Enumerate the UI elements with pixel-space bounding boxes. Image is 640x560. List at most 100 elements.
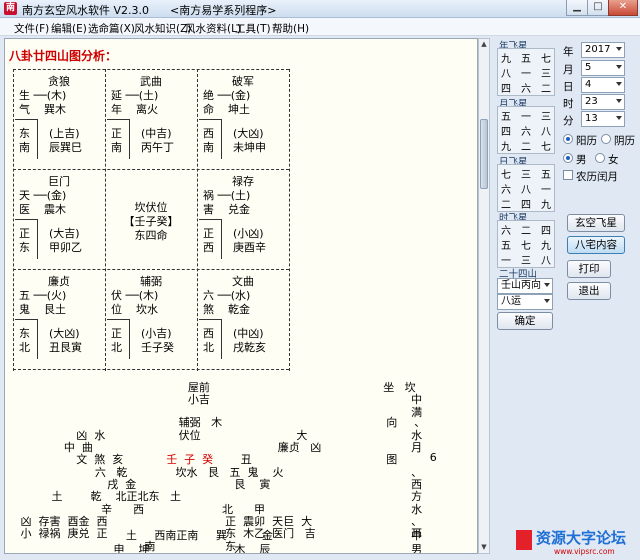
palace-mountains: 丑艮寅 <box>49 341 82 354</box>
chevron-down-icon <box>616 82 622 86</box>
mountain-select[interactable]: 壬山丙向 <box>497 278 553 294</box>
grid-line <box>13 169 289 170</box>
grid-line <box>13 69 14 371</box>
grid-line <box>289 69 290 371</box>
analysis-pane[interactable]: 八卦廿四山图分析： 贪狼生 ──(木) 气 巽木东南 (上吉) 辰巽巳 武曲延 ──(土… <box>4 38 478 554</box>
palace-line: 鬼 艮土 <box>19 303 66 316</box>
close-button[interactable]: ✕ <box>608 0 638 16</box>
diagram-text: 木 辰 <box>234 543 271 554</box>
star-row: 五七九 <box>501 241 561 252</box>
minute-value: 13 <box>585 113 598 124</box>
palace-direction: 南 <box>19 141 30 154</box>
day-label: 日 <box>563 81 574 93</box>
scroll-up-icon[interactable]: ▲ <box>479 39 489 50</box>
star-row: 四六八 <box>501 127 561 138</box>
hour-select[interactable]: 23 <box>581 94 625 110</box>
palace-line: 气 巽木 <box>19 103 66 116</box>
star-row: 五一三 <box>501 112 561 123</box>
day-value: 4 <box>585 79 592 90</box>
menu-fengshui-knowledge[interactable]: 风水知识(Z) <box>134 21 191 36</box>
era-select[interactable]: 八运 <box>497 294 553 310</box>
print-button[interactable]: 打印 <box>567 260 611 278</box>
star-row: 八一三 <box>501 69 561 80</box>
palace-mountains: 壬子癸 <box>141 341 174 354</box>
palace-mountains: 戌乾亥 <box>233 341 266 354</box>
hour-label: 时 <box>563 98 574 110</box>
menu-file[interactable]: 文件(F) <box>14 21 49 36</box>
menu-edit[interactable]: 编辑(E) <box>51 21 87 36</box>
month-select[interactable]: 5 <box>581 60 625 76</box>
palace-divider <box>199 119 221 120</box>
hour-value: 23 <box>585 96 598 107</box>
lunar-label: 阴历 <box>614 135 635 147</box>
bazhai-content-button[interactable]: 八宅内容 <box>567 236 625 254</box>
menu-tools[interactable]: 工具(T) <box>235 21 271 36</box>
star-row: 九五七 <box>501 54 561 65</box>
diagram-text: 向 <box>386 416 398 430</box>
content-scrollbar[interactable]: ▲ ▼ <box>478 38 490 554</box>
grid-line <box>13 369 289 370</box>
watermark-url: www.vipsrc.com <box>554 547 615 556</box>
day-select[interactable]: 4 <box>581 77 625 93</box>
palace-divider <box>199 219 221 220</box>
diagram-text: 辛 西 <box>101 502 145 516</box>
palace-line: 命 坤土 <box>203 103 250 116</box>
title-bar: 南 南方玄空风水软件 V2.3.0 <南方易学系列程序> ▁ □ ✕ <box>0 0 640 18</box>
palace-mountains: 未坤申 <box>233 141 266 154</box>
palace-line: 年 离火 <box>111 103 158 116</box>
palace-direction: 东 <box>19 241 30 254</box>
app-icon: 南 <box>4 2 17 15</box>
diagram-text: 伏位 <box>178 428 201 442</box>
male-radio[interactable] <box>563 153 573 163</box>
palace-divider <box>221 319 222 359</box>
minute-label: 分 <box>563 115 574 127</box>
month-value: 5 <box>585 62 592 73</box>
watermark-logo-icon <box>516 530 532 550</box>
star-row: 六八一 <box>501 185 561 196</box>
palace-divider <box>129 119 130 159</box>
menu-fengshui-data[interactable]: 风水资料(L) <box>185 21 241 36</box>
minute-select[interactable]: 13 <box>581 111 625 127</box>
menu-help[interactable]: 帮助(H) <box>272 21 309 36</box>
year-select[interactable]: 2017 <box>581 42 625 58</box>
star-row: 七三五 <box>501 170 561 181</box>
palace-divider <box>221 119 222 159</box>
solar-radio[interactable] <box>563 134 573 144</box>
mountain-value: 壬山丙向 <box>501 280 541 291</box>
maximize-button[interactable]: □ <box>587 0 609 16</box>
leap-month-checkbox[interactable] <box>563 170 573 180</box>
female-radio[interactable] <box>595 153 605 163</box>
grid-line <box>197 69 198 371</box>
grid-line <box>13 69 289 70</box>
chevron-down-icon <box>544 283 550 287</box>
scroll-thumb[interactable] <box>480 119 488 189</box>
star-row: 一三八 <box>501 256 561 267</box>
xuankong-star-button[interactable]: 玄空飞星 <box>567 214 625 232</box>
palace-direction: 北 <box>19 341 30 354</box>
female-label: 女 <box>608 154 619 166</box>
diagram-center-mountain: 壬 子 癸 <box>166 453 214 467</box>
chevron-down-icon <box>616 65 622 69</box>
menu-select-fate[interactable]: 选命篇(X) <box>88 21 135 36</box>
scroll-down-icon[interactable]: ▼ <box>479 542 489 553</box>
chevron-down-icon <box>616 116 622 120</box>
window-title: 南方玄空风水软件 V2.3.0 <南方易学系列程序> <box>22 4 277 17</box>
star-row: 六二四 <box>501 226 561 237</box>
diagram-text: 小 禄祸 庚兑 正 <box>20 527 108 541</box>
day-star-box: 七三五 六八一 二四九 <box>497 164 555 212</box>
mountains-diagram: 屋前坐 坎小吉中满辅弼 木向、凶 水伏位大水中 曲廉贞 凶月文 煞 亥丑图6六 … <box>5 379 477 554</box>
exit-button[interactable]: 退出 <box>567 282 611 300</box>
lunar-radio[interactable] <box>601 134 611 144</box>
star-row: 四六二 <box>501 84 561 95</box>
month-label: 月 <box>563 64 574 76</box>
forum-watermark: 资源大字论坛 www.vipsrc.com <box>514 526 640 560</box>
chevron-down-icon <box>616 47 622 51</box>
palace-divider <box>15 319 37 320</box>
grid-line <box>13 269 289 270</box>
minimize-button[interactable]: ▁ <box>566 0 588 16</box>
confirm-button[interactable]: 确定 <box>497 312 553 330</box>
month-star-box: 五一三 四六八 九二七 <box>497 106 555 154</box>
palace-divider <box>37 119 38 159</box>
palace-divider <box>37 319 38 359</box>
palace-mountains: 庚酉辛 <box>233 241 266 254</box>
